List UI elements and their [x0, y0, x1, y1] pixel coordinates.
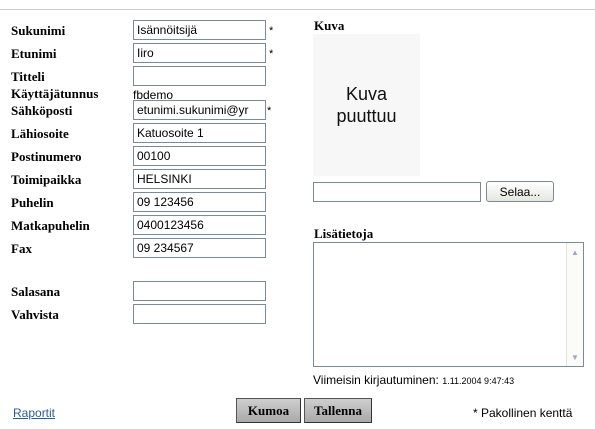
label-sahkoposti: Sähköposti [11, 103, 73, 118]
vahvista-input[interactable] [133, 304, 266, 324]
cancel-button[interactable]: Kumoa [236, 398, 301, 423]
toimipaikka-input[interactable]: HELSINKI [133, 169, 266, 189]
salasana-input[interactable] [133, 281, 266, 301]
notes-title: Lisätietoja [314, 226, 374, 241]
required-note: * Pakollinen kenttä [473, 406, 573, 420]
notes-textarea[interactable]: ▲ ▼ [313, 242, 584, 367]
label-fax: Fax [11, 241, 32, 256]
puhelin-input[interactable]: 09 123456 [133, 192, 266, 212]
titteli-input[interactable] [133, 66, 266, 86]
etunimi-input[interactable]: Iiro [133, 43, 266, 63]
label-toimipaikka: Toimipaikka [11, 172, 82, 187]
lahiosoite-input[interactable]: Katuosoite 1 [133, 123, 266, 143]
required-marker: * [269, 25, 274, 37]
label-lahiosoite: Lähiosoite [11, 126, 69, 141]
label-etunimi: Etunimi [11, 46, 57, 61]
label-matkapuhelin: Matkapuhelin [11, 218, 90, 233]
fax-input[interactable]: 09 234567 [133, 238, 266, 258]
sahkoposti-input[interactable]: etunimi.sukunimi@yr [133, 100, 266, 120]
label-vahvista: Vahvista [11, 307, 59, 322]
picture-missing-line1: Kuva [345, 84, 388, 104]
notes-scrollbar[interactable]: ▲ ▼ [566, 243, 583, 366]
picture-placeholder: Kuva puuttuu [313, 34, 420, 176]
picture-missing-text: Kuva puuttuu [336, 83, 396, 127]
required-marker: * [267, 105, 272, 117]
last-login-label: Viimeisin kirjautuminen: [313, 373, 439, 387]
last-login: Viimeisin kirjautuminen: 1.11.2004 9:47:… [313, 373, 514, 388]
picture-title: Kuva [314, 18, 345, 33]
label-salasana: Salasana [11, 284, 61, 299]
browse-button[interactable]: Selaa... [486, 181, 554, 202]
picture-file-input[interactable] [313, 182, 481, 202]
required-marker: * [269, 48, 274, 60]
scroll-down-icon[interactable]: ▼ [568, 350, 582, 364]
reports-link[interactable]: Raportit [13, 406, 55, 420]
scroll-up-icon[interactable]: ▲ [568, 245, 582, 259]
matkapuhelin-input[interactable]: 0400123456 [133, 215, 266, 235]
picture-missing-line2: puuttuu [336, 106, 397, 126]
label-sukunimi: Sukunimi [11, 23, 66, 38]
save-button[interactable]: Tallenna [304, 398, 372, 423]
label-kayttajatunnus: Käyttäjätunnus [11, 86, 99, 101]
last-login-timestamp: 1.11.2004 9:47:43 [442, 376, 515, 386]
label-titteli: Titteli [11, 69, 45, 84]
label-postinumero: Postinumero [11, 149, 82, 164]
sukunimi-input[interactable]: Isännöitsijä [133, 20, 266, 40]
label-puhelin: Puhelin [11, 195, 54, 210]
postinumero-input[interactable]: 00100 [133, 146, 266, 166]
